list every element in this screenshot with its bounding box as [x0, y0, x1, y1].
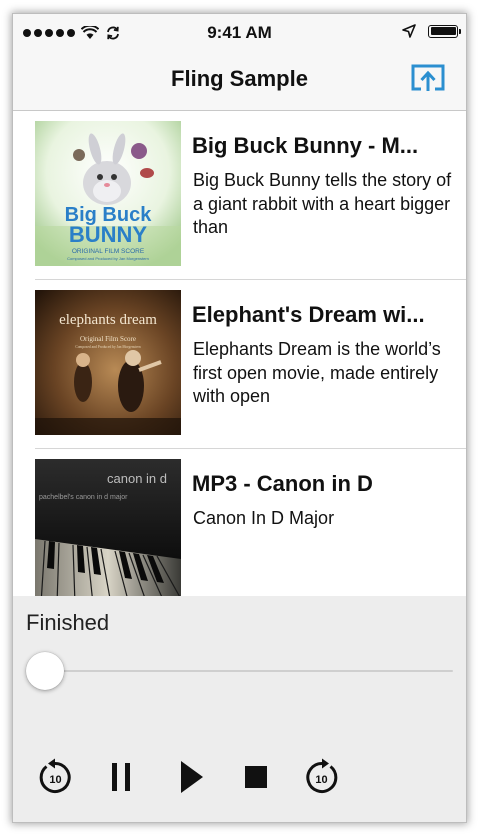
play-icon[interactable] — [171, 757, 211, 797]
progress-slider-track[interactable] — [39, 670, 453, 672]
navigation-bar: Fling Sample — [13, 50, 466, 111]
battery-icon — [428, 24, 461, 38]
rewind-label: 10 — [49, 774, 61, 786]
list-item[interactable]: canon in d pachelbel's canon in d major — [13, 449, 466, 596]
thumbnail-title-line1: canon in d — [107, 471, 167, 486]
item-description: Big Buck Bunny tells the story of a gian… — [193, 170, 452, 237]
list-item[interactable]: Big Buck BUNNY ORIGINAL FILM SCORE Compo… — [13, 111, 466, 280]
progress-slider-thumb[interactable] — [26, 652, 64, 690]
thumbnail-credit: Composed and Produced by Jan Morgenstern — [75, 345, 141, 349]
page-title: Fling Sample — [171, 66, 308, 91]
forward-label: 10 — [315, 774, 327, 786]
rewind-10-icon[interactable]: 10 — [35, 757, 75, 797]
airplay-cast-icon[interactable] — [410, 63, 446, 95]
thumbnail-elephants-dream: elephants dream Original Film Score Comp… — [35, 290, 181, 435]
item-title: Elephant's Dream wi... — [192, 302, 425, 327]
thumbnail-caption: pachelbel's canon in d major — [39, 494, 128, 501]
player-panel: Finished 10 10 — [13, 596, 466, 822]
app-screen: 9:41 AM Fling Sample Big Buck BUNNY ORIG… — [13, 14, 466, 822]
thumbnail-title-line1: elephants dream — [59, 312, 157, 328]
pause-icon[interactable] — [101, 757, 141, 797]
list-item[interactable]: elephants dream Original Film Score Comp… — [13, 280, 466, 449]
thumbnail-title-line2: BUNNY — [69, 222, 148, 247]
media-list: Big Buck BUNNY ORIGINAL FILM SCORE Compo… — [13, 111, 466, 596]
item-title: MP3 - Canon in D — [192, 471, 373, 496]
item-description: Elephants Dream is the world’s first ope… — [193, 339, 441, 406]
item-title: Big Buck Bunny - M... — [192, 133, 419, 158]
forward-10-icon[interactable]: 10 — [302, 757, 342, 797]
thumbnail-big-buck-bunny: Big Buck BUNNY ORIGINAL FILM SCORE Compo… — [35, 121, 181, 266]
status-time: 9:41 AM — [207, 23, 272, 42]
thumbnail-credit: Composed and Produced by Jan Morgenstern — [67, 256, 149, 261]
playback-status: Finished — [26, 610, 110, 635]
stop-icon[interactable] — [236, 757, 276, 797]
item-description: Canon In D Major — [193, 508, 335, 528]
thumbnail-caption: Original Film Score — [80, 335, 136, 343]
thumbnail-caption: ORIGINAL FILM SCORE — [72, 248, 145, 255]
location-arrow-icon — [402, 24, 416, 38]
status-bar: 9:41 AM — [13, 14, 466, 50]
thumbnail-canon-in-d: canon in d pachelbel's canon in d major — [35, 459, 181, 596]
